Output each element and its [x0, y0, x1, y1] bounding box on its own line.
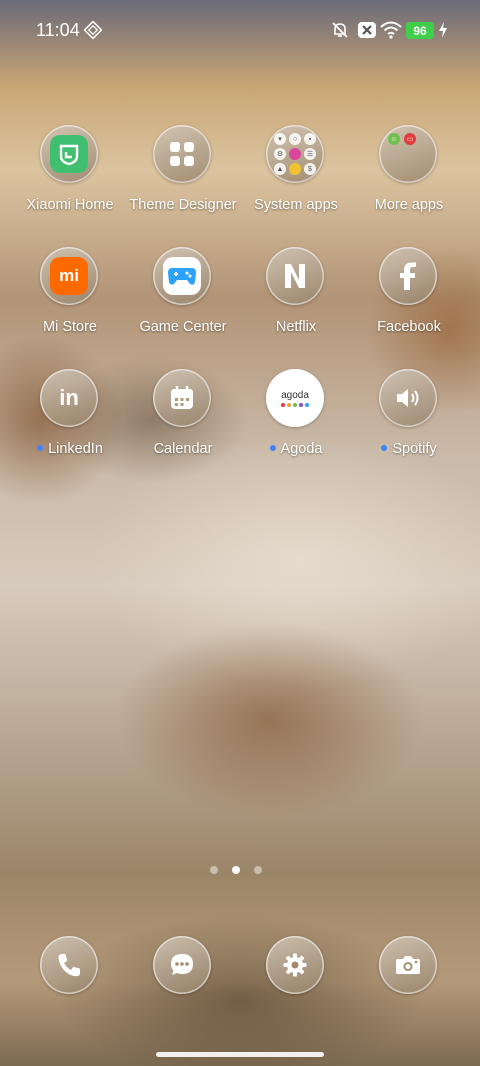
charging-icon [438, 18, 448, 42]
dock-messages[interactable] [124, 936, 242, 996]
app-label: Agoda [237, 441, 355, 457]
phone-icon [40, 936, 98, 994]
page-dot[interactable] [210, 866, 218, 874]
facebook-icon [379, 247, 437, 305]
app-label: Netflix [275, 319, 317, 335]
app-label: Mi Store [43, 319, 97, 335]
app-netflix[interactable]: Netflix [237, 247, 355, 357]
page-indicator [210, 866, 262, 874]
app-label: System apps [254, 197, 338, 213]
camera-icon [379, 936, 437, 994]
app-xiaomi-home[interactable]: Xiaomi Home [11, 125, 129, 235]
app-folder-more-apps[interactable]: ☺ ▭ More apps [350, 125, 468, 235]
messages-icon [153, 936, 211, 994]
page-dot-active[interactable] [232, 866, 240, 874]
app-label: Calendar [153, 441, 213, 457]
agoda-icon: agoda [266, 369, 324, 427]
agoda-logo-text: agoda [281, 389, 309, 401]
xiaomi-home-icon [40, 125, 98, 183]
app-label: Game Center [139, 319, 227, 335]
wifi-icon [380, 18, 402, 42]
app-label: LinkedIn [11, 441, 129, 457]
folder-icon: ▾ ○ ▪ ⚙ ☰ ▲ $ [266, 125, 324, 183]
theme-designer-icon [153, 125, 211, 183]
gamepad-icon [153, 247, 211, 305]
mi-logo-text: mi [59, 266, 79, 285]
app-agoda[interactable]: agoda Agoda [237, 369, 355, 479]
page-dot[interactable] [254, 866, 262, 874]
linkedin-icon: in [40, 369, 98, 427]
battery-level: 96 [413, 23, 427, 38]
calendar-icon [153, 369, 211, 427]
vibrate-icon [84, 18, 102, 42]
new-install-dot [381, 445, 388, 452]
app-theme-designer[interactable]: Theme Designer [124, 125, 242, 235]
home-gesture-bar[interactable] [156, 1052, 324, 1057]
folder-icon: ☺ ▭ [379, 125, 437, 183]
app-label: Theme Designer [129, 197, 237, 213]
app-label: Xiaomi Home [26, 197, 114, 213]
app-calendar[interactable]: Calendar [124, 369, 242, 479]
app-linkedin[interactable]: in LinkedIn [11, 369, 129, 479]
no-sim-icon [357, 18, 377, 42]
battery-icon: 96 [406, 22, 434, 39]
app-label: Spotify [350, 441, 468, 457]
app-facebook[interactable]: Facebook [350, 247, 468, 357]
spotify-icon [379, 369, 437, 427]
app-label: Facebook [377, 319, 441, 335]
new-install-dot [37, 445, 44, 452]
settings-icon [266, 936, 324, 994]
netflix-icon [266, 247, 324, 305]
mi-store-icon: mi [40, 247, 98, 305]
new-install-dot [269, 445, 276, 452]
dock-settings[interactable] [237, 936, 355, 996]
mute-icon [330, 18, 350, 42]
status-time: 11:04 [36, 20, 80, 40]
status-bar: 11:04 96 [0, 0, 480, 60]
app-label: More apps [374, 197, 444, 213]
app-game-center[interactable]: Game Center [124, 247, 242, 357]
dock-phone[interactable] [11, 936, 129, 996]
app-mi-store[interactable]: mi Mi Store [11, 247, 129, 357]
app-spotify[interactable]: Spotify [350, 369, 468, 479]
app-folder-system-apps[interactable]: ▾ ○ ▪ ⚙ ☰ ▲ $ System apps [237, 125, 355, 235]
dock-camera[interactable] [350, 936, 468, 996]
